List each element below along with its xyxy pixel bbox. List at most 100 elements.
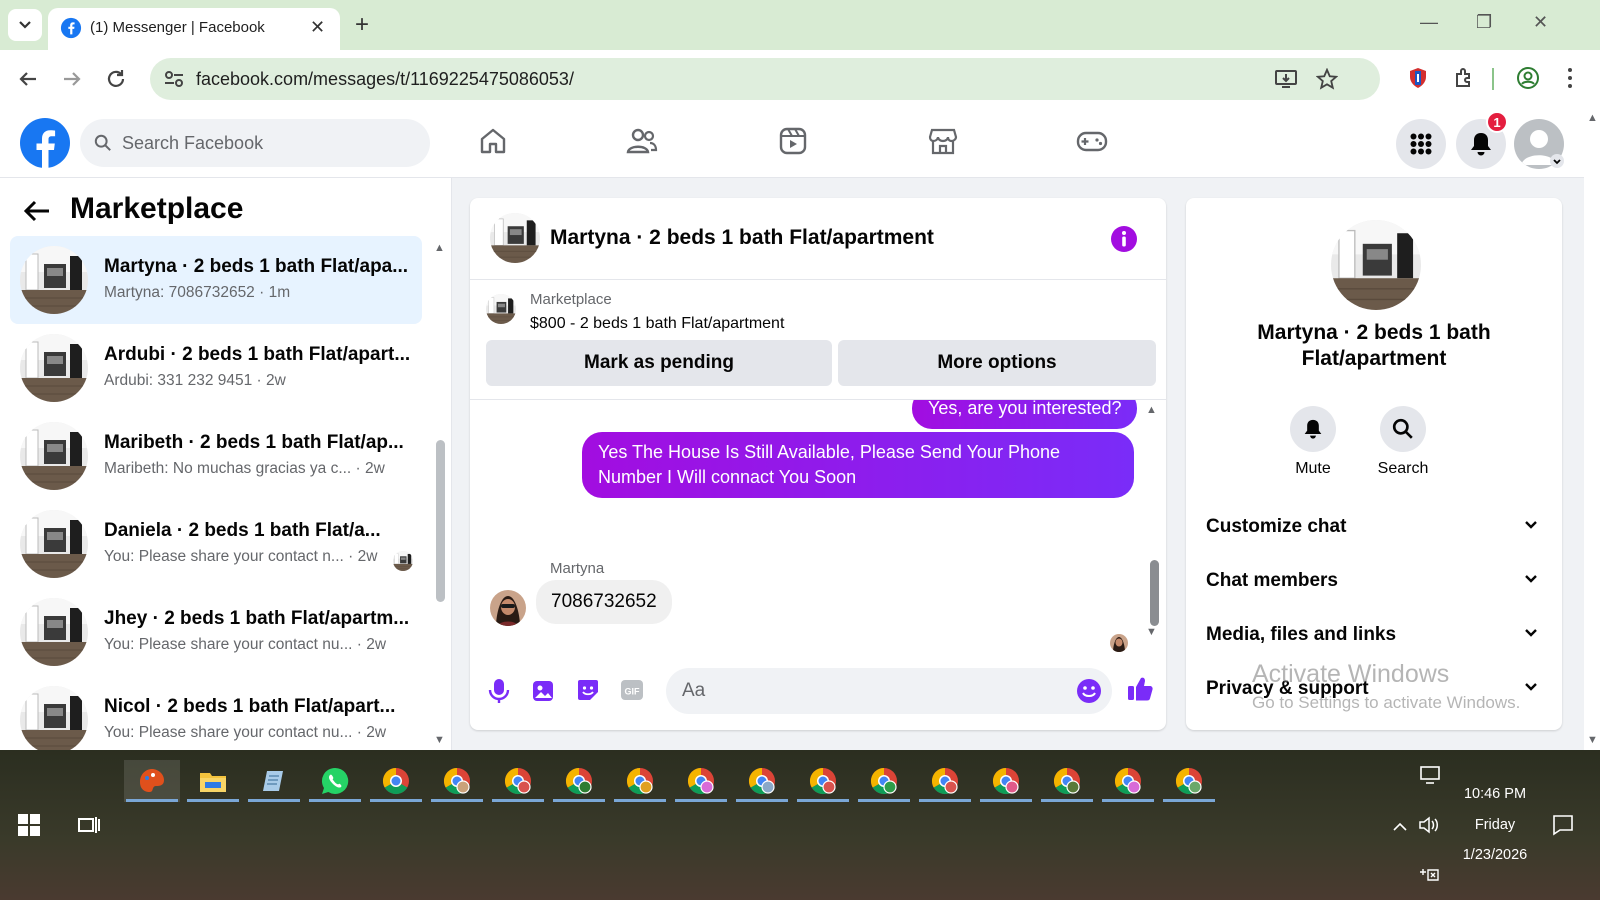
close-tab-icon[interactable]: ✕ (310, 17, 325, 38)
reload-icon[interactable] (104, 67, 128, 91)
install-app-icon[interactable] (1275, 69, 1297, 89)
windows-start-icon[interactable] (18, 814, 40, 836)
taskbar-app-15[interactable] (1039, 760, 1095, 802)
conversation-item[interactable]: Jhey · 2 beds 1 bath Flat/apartm... You: … (10, 588, 422, 676)
chat-members-section[interactable]: Chat members (1206, 560, 1542, 600)
info-avatar[interactable] (1331, 220, 1421, 310)
video-icon[interactable] (778, 126, 808, 156)
gaming-icon[interactable] (1076, 126, 1108, 156)
back-arrow-icon[interactable] (16, 67, 40, 91)
taskbar-app-13[interactable] (917, 760, 973, 802)
chrome-icon (748, 767, 775, 795)
taskbar-app-12[interactable] (856, 760, 912, 802)
taskbar-app-3[interactable] (307, 760, 363, 802)
taskbar-app-5[interactable] (429, 760, 485, 802)
scrollbar[interactable] (436, 440, 445, 602)
scroll-up-icon[interactable]: ▲ (1587, 112, 1598, 124)
minimize-icon[interactable]: — (1420, 12, 1438, 33)
sticker-icon[interactable] (576, 678, 600, 702)
conversation-item[interactable]: Daniela · 2 beds 1 bath Flat/a... You: Pl… (10, 500, 422, 588)
taskbar-app-8[interactable] (612, 760, 668, 802)
conversation-item[interactable]: Maribeth · 2 beds 1 bath Flat/ap... Marib… (10, 412, 422, 500)
clock-time[interactable]: 10:46 PM (1440, 786, 1550, 802)
home-icon[interactable] (478, 126, 508, 156)
close-window-icon[interactable]: ✕ (1533, 12, 1548, 33)
message-input[interactable] (682, 668, 1062, 714)
message-bubble-in[interactable]: 7086732652 (536, 580, 672, 624)
taskbar-app-10[interactable] (734, 760, 790, 802)
thumbs-up-icon[interactable] (1126, 674, 1154, 702)
chat-scrollbar[interactable] (1150, 560, 1159, 626)
mark-as-pending-button[interactable]: Mark as pending (486, 340, 832, 386)
bookmark-star-icon[interactable] (1316, 68, 1338, 90)
facebook-logo-icon[interactable] (20, 118, 70, 168)
taskbar-app-7[interactable] (551, 760, 607, 802)
facebook-search[interactable] (80, 119, 430, 167)
back-arrow-icon[interactable] (22, 198, 52, 224)
photo-icon[interactable] (532, 678, 556, 702)
emoji-icon[interactable] (1076, 678, 1102, 704)
taskbar-app-4[interactable] (368, 760, 424, 802)
conversation-preview: Ardubi: 331 232 9451 · 2w (104, 372, 286, 389)
new-tab-icon[interactable]: + (355, 11, 369, 39)
message-input-box[interactable] (666, 668, 1112, 714)
conversation-item[interactable]: Martyna · 2 beds 1 bath Flat/apa... Marty… (10, 236, 422, 324)
clock-date[interactable]: 1/23/2026 (1440, 847, 1550, 863)
friends-icon[interactable] (626, 126, 658, 156)
address-bar[interactable]: facebook.com/messages/t/1169225475086053… (150, 58, 1380, 100)
browser-menu-icon[interactable] (1566, 66, 1574, 90)
notification-center-icon[interactable] (1552, 814, 1574, 836)
taskbar-app-11[interactable] (795, 760, 851, 802)
listing-thumbnail[interactable] (486, 294, 516, 324)
taskbar-app-2[interactable] (246, 760, 302, 802)
task-view-icon[interactable] (78, 814, 100, 836)
taskbar-app-16[interactable] (1100, 760, 1156, 802)
page-scrollbar[interactable]: ▲ ▼ (1584, 108, 1600, 750)
extensions-puzzle-icon[interactable] (1452, 66, 1476, 90)
url-text[interactable]: facebook.com/messages/t/1169225475086053… (196, 69, 574, 90)
scroll-down-icon[interactable]: ▼ (434, 734, 445, 746)
microphone-icon[interactable] (488, 678, 510, 704)
tray-overflow-icon[interactable] (1392, 820, 1408, 832)
more-options-button[interactable]: More options (838, 340, 1156, 386)
taskbar-app-1[interactable] (185, 760, 241, 802)
forward-arrow-icon[interactable] (60, 67, 84, 91)
profile-icon[interactable] (1516, 66, 1540, 90)
site-settings-icon[interactable] (164, 70, 184, 88)
volume-icon[interactable] (1418, 816, 1440, 834)
account-chevron-icon[interactable] (1550, 154, 1564, 168)
gif-icon[interactable]: GIF (620, 678, 644, 702)
media-files-links-section[interactable]: Media, files and links (1206, 614, 1542, 654)
taskbar-app-17[interactable] (1161, 760, 1217, 802)
taskbar-app-9[interactable] (673, 760, 729, 802)
network-desktop-icon[interactable] (1420, 766, 1442, 784)
taskbar-app-14[interactable] (978, 760, 1034, 802)
restore-icon[interactable]: ❐ (1476, 12, 1492, 33)
taskbar-app-6[interactable] (490, 760, 546, 802)
search-in-chat-button[interactable]: Search (1358, 406, 1448, 478)
tab-search-button[interactable] (8, 9, 42, 41)
menu-button[interactable] (1396, 119, 1446, 169)
security-extension-icon[interactable] (1406, 66, 1430, 90)
info-icon[interactable] (1110, 225, 1138, 253)
scroll-up-icon[interactable]: ▲ (1146, 404, 1157, 416)
browser-tab[interactable]: (1) Messenger | Facebook ✕ (48, 8, 340, 50)
chat-title[interactable]: Martyna · 2 beds 1 bath Flat/apartment (550, 226, 934, 250)
keyboard-language-icon[interactable] (1418, 866, 1440, 882)
conversation-item[interactable]: Nicol · 2 beds 1 bath Flat/apart... You: … (10, 676, 422, 750)
customize-chat-section[interactable]: Customize chat (1206, 506, 1542, 546)
scroll-down-icon[interactable]: ▼ (1587, 734, 1598, 746)
taskbar-app-0[interactable] (124, 760, 180, 802)
facebook-search-input[interactable] (122, 119, 422, 167)
message-bubble-out[interactable]: Yes The House Is Still Available, Please… (582, 432, 1134, 498)
scroll-down-icon[interactable]: ▼ (1146, 626, 1157, 638)
conversation-item[interactable]: Ardubi · 2 beds 1 bath Flat/apart... Ardu… (10, 324, 422, 412)
message-bubble-out[interactable]: Yes, are you interested? (912, 400, 1138, 429)
listing-price[interactable]: $800 - 2 beds 1 bath Flat/apartment (530, 315, 784, 333)
chat-avatar[interactable] (490, 213, 540, 263)
marketplace-icon[interactable] (928, 126, 958, 156)
scroll-up-icon[interactable]: ▲ (434, 242, 445, 254)
sender-avatar[interactable] (490, 590, 526, 626)
clock-day[interactable]: Friday (1440, 817, 1550, 833)
mute-button[interactable]: Mute (1268, 406, 1358, 478)
